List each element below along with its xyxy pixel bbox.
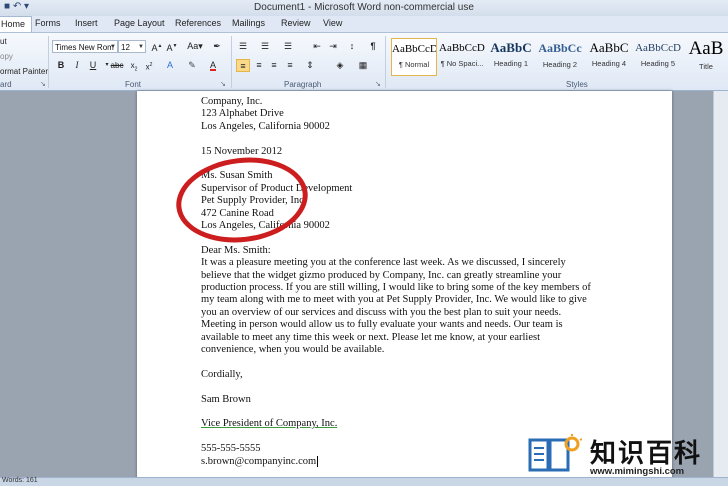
doc-signature-name: Sam Brown [201, 393, 251, 405]
document-body[interactable]: Company, Inc. 123 Alphabet Drive Los Ang… [201, 96, 621, 468]
font-color-icon[interactable]: A [206, 59, 220, 72]
sort-icon[interactable]: ↕ [345, 40, 359, 53]
tab-references[interactable]: References [175, 18, 221, 28]
watermark-url: www.mimingshi.com [590, 466, 685, 477]
tab-forms[interactable]: Forms [35, 18, 61, 28]
tab-insert[interactable]: Insert [75, 18, 98, 28]
styles-group-label: Styles [566, 80, 588, 89]
tab-mailings[interactable]: Mailings [232, 18, 265, 28]
ribbon-tabs: Home Forms Insert Page Layout References… [0, 16, 728, 33]
watermark-text: 知识百科 [590, 439, 703, 469]
bullets-icon[interactable]: ☰ [236, 40, 250, 53]
align-left-icon[interactable]: ≡ [236, 59, 250, 72]
paragraph-group-label: Paragraph [284, 80, 322, 89]
format-painter-button[interactable]: ormat Painter [0, 67, 48, 76]
font-name-combo[interactable]: Times New Rom ▼ [52, 40, 118, 53]
doc-blank-line [201, 381, 621, 393]
style-title[interactable]: AaB Title [684, 38, 728, 76]
shrink-font-icon[interactable]: A▼ [165, 40, 179, 53]
show-formatting-icon[interactable]: ¶ [366, 40, 380, 53]
shading-icon[interactable]: ◈ [333, 59, 347, 72]
doc-blank-line [201, 356, 621, 368]
doc-blank-line [201, 133, 621, 145]
ribbon: ut opy ormat Painter ard ↘ Times New Rom… [0, 33, 728, 91]
change-case-icon[interactable]: Aa▾ [186, 40, 204, 53]
subscript-icon[interactable]: x2 [127, 59, 141, 73]
doc-line: It was a pleasure meeting you at the con… [201, 257, 566, 269]
doc-line: 123 Alphabet Drive [201, 108, 284, 120]
italic-icon[interactable]: I [70, 59, 84, 72]
underline-icon[interactable]: U [86, 59, 100, 72]
borders-icon[interactable]: ▦ [356, 59, 370, 72]
strikethrough-icon[interactable]: abc [110, 59, 124, 72]
vertical-scrollbar[interactable] [713, 91, 728, 477]
watermark: 知识百科 www.mimingshi.com [520, 430, 726, 480]
line-spacing-icon[interactable]: ⇕ [303, 59, 317, 72]
decrease-indent-icon[interactable]: ⇤ [310, 40, 324, 53]
doc-line: Meeting in person would allow us to full… [201, 319, 563, 331]
window-title: Document1 - Microsoft Word non-commercia… [254, 2, 474, 13]
multilevel-list-icon[interactable]: ☰ [281, 40, 295, 53]
clipboard-group-label: ard [0, 80, 12, 89]
justify-icon[interactable]: ≡ [283, 59, 297, 72]
copy-button[interactable]: opy [0, 52, 13, 61]
font-launcher-icon[interactable]: ↘ [220, 80, 226, 88]
text-effects-icon[interactable]: A [163, 59, 177, 72]
numbering-icon[interactable]: ☰ [258, 40, 272, 53]
paragraph-launcher-icon[interactable]: ↘ [375, 80, 381, 88]
doc-salutation: Dear Ms. Smith: [201, 244, 271, 256]
doc-line: Los Angeles, California 90002 [201, 120, 330, 132]
align-center-icon[interactable]: ≡ [252, 59, 266, 72]
doc-line: believe that the widget gizmo produced b… [201, 269, 562, 281]
superscript-icon[interactable]: x2 [142, 59, 156, 72]
chevron-down-icon: ▼ [138, 44, 144, 50]
align-right-icon[interactable]: ≡ [267, 59, 281, 72]
doc-line: Company, Inc. [201, 96, 263, 107]
tab-review[interactable]: Review [281, 18, 311, 28]
style-heading-1[interactable]: AaBbC Heading 1 [488, 38, 534, 76]
doc-date: 15 November 2012 [201, 145, 283, 157]
clear-formatting-icon[interactable]: ✒ [210, 40, 224, 53]
tab-home[interactable]: Home [0, 16, 33, 32]
font-size-combo[interactable]: 12 ▼ [118, 40, 146, 53]
font-size-value: 12 [121, 43, 130, 52]
doc-closing: Cordially, [201, 368, 243, 380]
tab-view[interactable]: View [323, 18, 342, 28]
doc-blank-line [201, 406, 621, 418]
font-name-value: Times New Rom [55, 43, 114, 52]
chevron-down-icon: ▼ [110, 44, 116, 50]
clipboard-launcher-icon[interactable]: ↘ [40, 80, 46, 88]
style-heading-4[interactable]: AaBbC Heading 4 [586, 38, 632, 76]
highlight-icon[interactable]: ✎ [185, 59, 199, 72]
book-lightbulb-icon [528, 434, 582, 472]
tab-page-layout[interactable]: Page Layout [114, 18, 165, 28]
doc-signature-title: Vice President of Company, Inc. [201, 418, 338, 430]
style-heading-5[interactable]: AaBbCcD Heading 5 [635, 38, 681, 76]
doc-line: my team along with me to meet with you a… [201, 294, 587, 306]
doc-line: you an overview of our services and disc… [201, 306, 562, 318]
doc-line: production process. If you are still wil… [201, 282, 591, 294]
increase-indent-icon[interactable]: ⇥ [326, 40, 340, 53]
word-count[interactable]: Words: 161 [2, 477, 38, 484]
style-normal[interactable]: AaBbCcDc ¶ Normal [391, 38, 437, 76]
grow-font-icon[interactable]: A▲ [150, 40, 164, 53]
bold-icon[interactable]: B [54, 59, 68, 72]
font-group-label: Font [125, 80, 142, 89]
doc-line: convenience, when you would be available… [201, 344, 385, 356]
title-bar: ■ ↶ ▾ Document1 - Microsoft Word non-com… [0, 0, 728, 17]
style-no-spacing[interactable]: AaBbCcDc ¶ No Spaci... [439, 38, 485, 76]
doc-line: available to meet any time this week or … [201, 331, 540, 343]
cut-button[interactable]: ut [0, 37, 7, 46]
style-heading-2[interactable]: AaBbCc Heading 2 [537, 38, 583, 76]
